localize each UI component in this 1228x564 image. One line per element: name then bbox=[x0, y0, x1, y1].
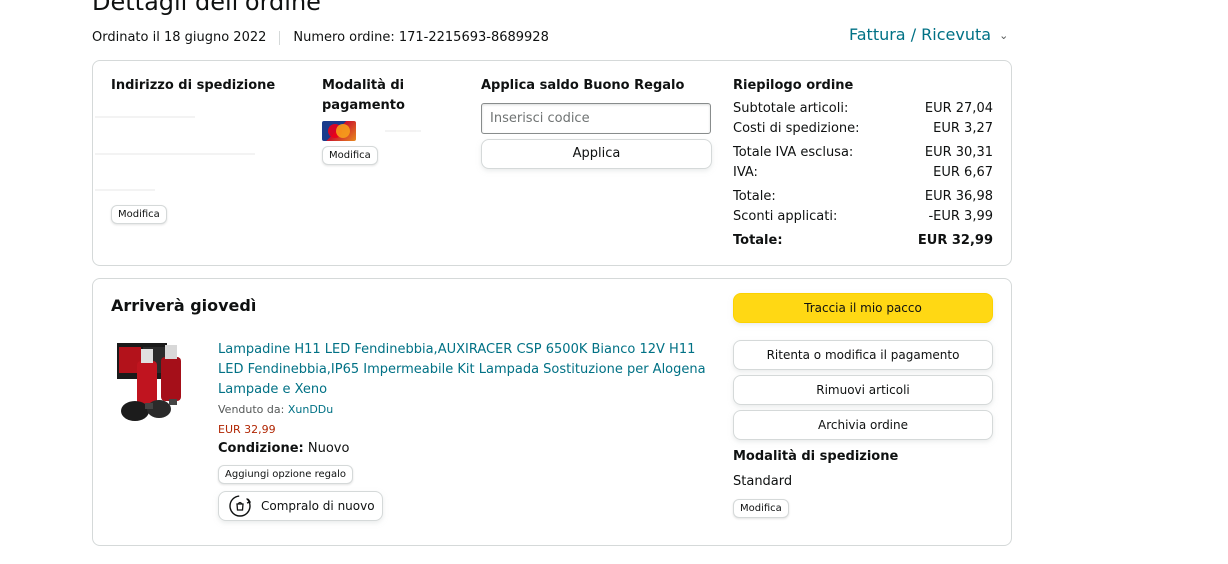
summary-label: Totale: bbox=[733, 189, 776, 204]
sold-by-label: Venduto da: bbox=[218, 403, 285, 416]
summary-value: EUR 30,31 bbox=[924, 145, 993, 160]
edit-address-button[interactable]: Modifica bbox=[111, 205, 167, 224]
card-circle-orange bbox=[336, 124, 350, 138]
summary-label: Totale: bbox=[733, 233, 783, 248]
summary-label: Subtotale articoli: bbox=[733, 101, 849, 116]
buy-again-label: Compralo di nuovo bbox=[261, 499, 375, 513]
product-price: EUR 32,99 bbox=[218, 423, 276, 436]
shipping-method-value: Standard bbox=[733, 474, 793, 489]
shipping-address-heading: Indirizzo di spedizione bbox=[111, 78, 276, 93]
redacted-address-line bbox=[95, 116, 195, 118]
meta-divider bbox=[279, 30, 281, 45]
mastercard-icon bbox=[322, 121, 356, 141]
condition-value: Nuovo bbox=[307, 441, 350, 456]
summary-value: EUR 36,98 bbox=[924, 189, 993, 204]
payment-heading-line2: pagamento bbox=[322, 98, 405, 113]
page-title: Dettagli dell'ordine bbox=[92, 0, 321, 16]
summary-row: Subtotale articoli: EUR 27,04 bbox=[733, 99, 993, 119]
arrival-heading: Arriverà giovedì bbox=[111, 296, 257, 315]
seller-link[interactable]: XunDDu bbox=[288, 403, 333, 416]
summary-label: Totale IVA esclusa: bbox=[733, 145, 854, 160]
product-condition: Condizione: Nuovo bbox=[218, 441, 349, 456]
product-image[interactable] bbox=[115, 339, 195, 427]
summary-total-row: Totale: EUR 32,99 bbox=[733, 231, 993, 251]
order-summary-heading: Riepilogo ordine bbox=[733, 78, 854, 93]
summary-row: Totale: EUR 36,98 bbox=[733, 187, 993, 207]
summary-label: Costi di spedizione: bbox=[733, 121, 860, 136]
gift-code-input[interactable] bbox=[481, 103, 711, 134]
add-gift-option-button[interactable]: Aggiungi opzione regalo bbox=[218, 465, 353, 484]
summary-label: Sconti applicati: bbox=[733, 209, 838, 224]
buy-again-button[interactable]: Compralo di nuovo bbox=[218, 491, 383, 521]
summary-value: EUR 32,99 bbox=[917, 233, 993, 248]
apply-gift-button[interactable]: Applica bbox=[481, 139, 712, 169]
archive-order-button[interactable]: Archivia ordine bbox=[733, 410, 993, 440]
payment-heading: Modalità di pagamento bbox=[322, 76, 405, 116]
edit-payment-button[interactable]: Modifica bbox=[322, 146, 378, 165]
buy-again-icon bbox=[229, 495, 252, 517]
summary-value: EUR 6,67 bbox=[933, 165, 993, 180]
shipment-box: Arriverà giovedì Lampadine H11 LED Fendi… bbox=[92, 278, 1012, 546]
condition-label: Condizione: bbox=[218, 441, 304, 456]
redacted-card-number bbox=[385, 130, 421, 132]
gift-card-heading: Applica saldo Buono Regalo bbox=[481, 78, 685, 93]
summary-value: -EUR 3,99 bbox=[928, 209, 993, 224]
redacted-address-line bbox=[95, 153, 255, 155]
retry-payment-button[interactable]: Ritenta o modifica il pagamento bbox=[733, 340, 993, 370]
payment-heading-line1: Modalità di bbox=[322, 78, 405, 93]
summary-row: Sconti applicati: -EUR 3,99 bbox=[733, 207, 993, 227]
remove-items-button[interactable]: Rimuovi articoli bbox=[733, 375, 993, 405]
order-summary-box: Indirizzo di spedizione Modifica Modalit… bbox=[92, 60, 1012, 266]
order-meta: Ordinato il 18 giugno 2022 Numero ordine… bbox=[92, 30, 549, 45]
sold-by: Venduto da: XunDDu bbox=[218, 403, 333, 416]
shipping-method-heading: Modalità di spedizione bbox=[733, 449, 899, 464]
invoice-label: Fattura / Ricevuta bbox=[849, 25, 992, 44]
invoice-dropdown[interactable]: Fattura / Ricevuta ⌄ bbox=[849, 25, 1008, 44]
summary-row: Totale IVA esclusa: EUR 30,31 bbox=[733, 143, 993, 163]
summary-value: EUR 27,04 bbox=[924, 101, 993, 116]
redacted-address-line bbox=[95, 189, 155, 191]
track-package-button[interactable]: Traccia il mio pacco bbox=[733, 293, 993, 323]
summary-row: IVA: EUR 6,67 bbox=[733, 163, 993, 183]
summary-value: EUR 3,27 bbox=[933, 121, 993, 136]
product-title-link[interactable]: Lampadine H11 LED Fendinebbia,AUXIRACER … bbox=[218, 340, 708, 400]
summary-label: IVA: bbox=[733, 165, 758, 180]
order-date: Ordinato il 18 giugno 2022 bbox=[92, 30, 267, 45]
order-number: Numero ordine: 171-2215693-8689928 bbox=[293, 30, 549, 45]
edit-shipping-method-button[interactable]: Modifica bbox=[733, 499, 789, 518]
chevron-down-icon: ⌄ bbox=[999, 29, 1009, 42]
summary-row: Costi di spedizione: EUR 3,27 bbox=[733, 119, 993, 139]
